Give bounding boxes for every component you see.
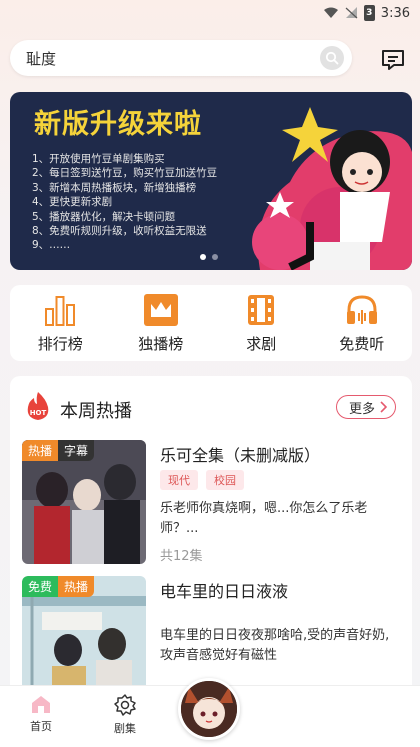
bar-chart-icon <box>45 295 76 326</box>
nav-label: 排行榜 <box>37 334 83 353</box>
cover-tags: 免费 热播 <box>22 576 95 597</box>
avatar-image <box>181 681 237 737</box>
genre-chip[interactable]: 现代 <box>160 470 198 490</box>
wifi-icon <box>323 7 338 18</box>
genre-chip[interactable]: 校园 <box>206 470 244 490</box>
search-placeholder: 耻度 <box>26 49 57 68</box>
tab-label: 首页 <box>30 720 52 733</box>
hot-badge-text: HOT <box>30 409 47 417</box>
page-dot-active[interactable] <box>200 254 206 260</box>
genre-chips: 现代 校园 <box>160 470 244 490</box>
battery-level: 3 <box>366 8 373 18</box>
tab-home[interactable]: 首页 <box>16 694 66 734</box>
nav-label: 独播榜 <box>138 334 184 353</box>
drama-item[interactable]: 热播 字幕 乐可全集（未删减版） 现代 校园 乐老师你真烧啊，嗯...你怎么了乐… <box>22 440 402 566</box>
quick-nav: 排行榜 独播榜 求剧 免费听 <box>10 285 412 361</box>
nav-exclusive[interactable]: 独播榜 <box>121 293 201 354</box>
nav-ranking[interactable]: 排行榜 <box>20 293 100 354</box>
tag-hot: 热播 <box>58 576 95 597</box>
search-icon <box>325 51 339 65</box>
tag-hot: 热播 <box>22 440 59 461</box>
drama-description: 乐老师你真烧啊，嗯...你怎么了乐老师？... <box>160 501 368 536</box>
tab-series[interactable]: 剧集 <box>100 694 150 736</box>
section-title: 本周热播 <box>60 401 132 422</box>
banner-line: 1、开放使用竹豆单剧集购买 <box>32 153 165 165</box>
drama-description: 电车里的日日夜夜那啥哈,受的声音好奶,攻声音感觉好有磁性 <box>160 628 390 663</box>
chevron-right-icon <box>380 401 387 413</box>
nav-free-listen[interactable]: 免费听 <box>322 293 402 354</box>
no-signal-icon <box>345 7 358 19</box>
status-time: 3:36 <box>380 5 410 21</box>
more-button[interactable]: 更多 <box>335 395 396 419</box>
banner-line: 2、每日签到送竹豆，购买竹豆加送竹豆 <box>32 167 218 180</box>
banner-line: 8、免费听规则升级，收听权益无限送 <box>32 225 207 238</box>
episode-count: 共12集 <box>160 549 203 564</box>
tab-label: 剧集 <box>114 722 136 735</box>
nav-label: 求剧 <box>246 334 277 353</box>
drama-title[interactable]: 电车里的日日液液 <box>160 578 288 602</box>
gear-icon <box>114 694 136 716</box>
tag-subtitle: 字幕 <box>58 440 95 461</box>
weekly-hot-section: HOT 本周热播 更多 热播 字幕 乐可全集（未删减版） 现代 校园 乐老师你真… <box>10 376 412 700</box>
more-label: 更多 <box>348 401 375 417</box>
headphones-icon <box>346 294 377 324</box>
home-icon <box>32 696 50 713</box>
drama-cover[interactable]: 热播 字幕 <box>22 440 146 564</box>
search-input[interactable]: 耻度 <box>10 40 352 76</box>
banner-line: 3、新增本周热播板块，新增独播榜 <box>32 181 197 194</box>
banner-line: 9、…… <box>32 239 71 252</box>
hot-flame-icon: HOT <box>27 392 49 420</box>
banner-pagination <box>200 254 218 260</box>
battery-icon: 3 <box>363 5 375 21</box>
tag-free: 免费 <box>22 576 59 597</box>
nav-label: 免费听 <box>339 334 385 353</box>
nav-request[interactable]: 求剧 <box>221 293 301 354</box>
banner-line: 4、更快更新求剧 <box>32 196 113 209</box>
search-row: 耻度 <box>0 36 420 80</box>
drama-title[interactable]: 乐可全集（未删减版） <box>160 442 320 466</box>
search-button[interactable] <box>320 46 344 70</box>
message-icon[interactable] <box>380 48 406 72</box>
bottom-tab-bar: 首页 剧集 <box>0 678 420 747</box>
promo-banner[interactable]: 新版升级来啦 1、开放使用竹豆单剧集购买 2、每日签到送竹豆，购买竹豆加送竹豆 … <box>10 92 412 270</box>
banner-feature-list: 1、开放使用竹豆单剧集购买 2、每日签到送竹豆，购买竹豆加送竹豆 3、新增本周热… <box>32 152 272 253</box>
film-strip-icon <box>248 294 275 325</box>
banner-title: 新版升级来啦 <box>34 109 202 140</box>
banner-line: 5、播放器优化，解决卡顿问题 <box>32 210 176 223</box>
status-bar: 3 3:36 <box>0 0 420 26</box>
crown-icon <box>143 293 178 326</box>
drama-cover[interactable]: 免费 热播 <box>22 576 146 700</box>
page-dot[interactable] <box>212 254 218 260</box>
avatar[interactable] <box>178 678 240 740</box>
cover-tags: 热播 字幕 <box>22 440 95 461</box>
